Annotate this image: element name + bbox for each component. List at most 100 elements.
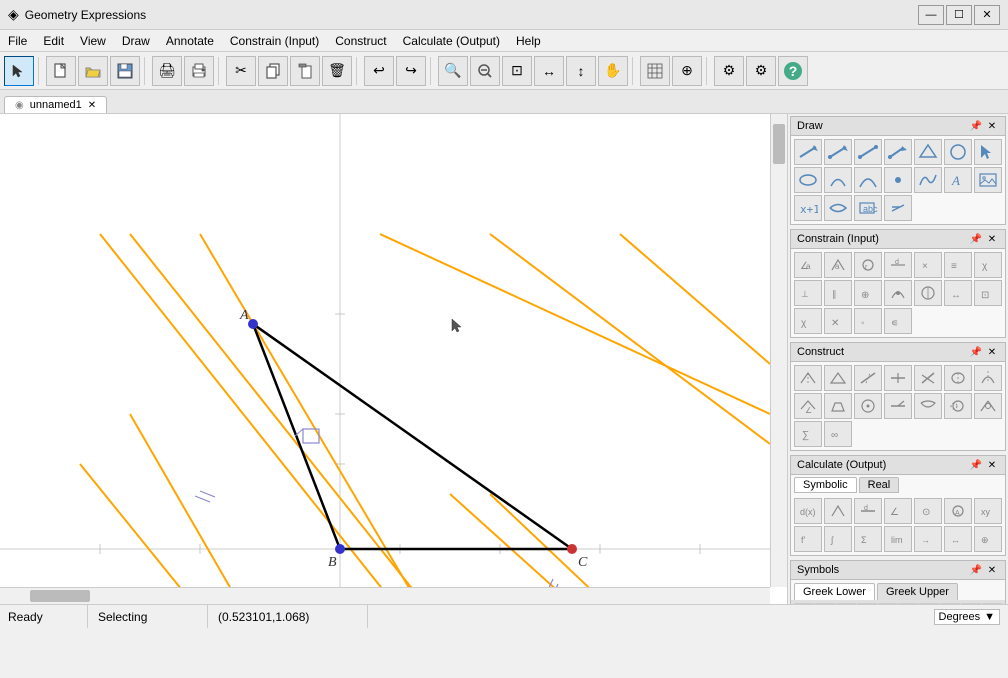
calc-7[interactable]: xy — [974, 498, 1002, 524]
minimize-button[interactable]: — — [918, 5, 944, 25]
constrain-3[interactable]: r — [854, 252, 882, 278]
construct-1[interactable] — [794, 365, 822, 391]
draw-locus-button[interactable] — [824, 195, 852, 221]
calc-14[interactable]: ⊕ — [974, 526, 1002, 552]
draw-panel-pin[interactable]: 📌 — [969, 119, 983, 133]
construct-10[interactable] — [854, 393, 882, 419]
menu-help[interactable]: Help — [508, 30, 549, 51]
help-button[interactable]: ? — [778, 56, 808, 86]
draw-function-button[interactable] — [914, 167, 942, 193]
settings2-button[interactable]: ⚙ — [746, 56, 776, 86]
draw-polygon-button[interactable] — [914, 139, 942, 165]
construct-13[interactable] — [944, 393, 972, 419]
draw-expression-button[interactable]: x+1 — [794, 195, 822, 221]
symbol-η[interactable]: η — [919, 603, 939, 604]
calculate-panel-close[interactable]: ✕ — [985, 458, 999, 472]
construct-3[interactable] — [854, 365, 882, 391]
canvas-area[interactable]: A B C — [0, 114, 788, 604]
symbol-ι[interactable]: ι — [961, 603, 981, 604]
constrain-8[interactable]: ⊥ — [794, 280, 822, 306]
constrain-15[interactable]: χ — [794, 308, 822, 334]
vertical-scrollbar[interactable] — [770, 114, 787, 587]
calculate-panel-pin[interactable]: 📌 — [969, 458, 983, 472]
calc-9[interactable]: ∫ — [824, 526, 852, 552]
constrain-7[interactable]: χ — [974, 252, 1002, 278]
zoom-width-button[interactable]: ↔ — [534, 56, 564, 86]
greek-upper-tab[interactable]: Greek Upper — [877, 583, 958, 600]
construct-2[interactable] — [824, 365, 852, 391]
calc-11[interactable]: lim — [884, 526, 912, 552]
constrain-16[interactable]: ✕ — [824, 308, 852, 334]
constrain-2[interactable]: a — [824, 252, 852, 278]
calc-5[interactable]: ⊙ — [914, 498, 942, 524]
greek-lower-tab[interactable]: Greek Lower — [794, 583, 875, 600]
draw-point-button[interactable] — [884, 167, 912, 193]
construct-8[interactable]: ∠ — [794, 393, 822, 419]
constrain-1[interactable]: ∠a — [794, 252, 822, 278]
draw-arc-button[interactable] — [824, 167, 852, 193]
calc-12[interactable]: → — [914, 526, 942, 552]
constrain-panel-pin[interactable]: 📌 — [969, 232, 983, 246]
copy-button[interactable] — [258, 56, 288, 86]
save-button[interactable] — [110, 56, 140, 86]
symbol-γ[interactable]: γ — [836, 603, 856, 604]
symbols-panel-close[interactable]: ✕ — [985, 563, 999, 577]
select-tool-button[interactable] — [4, 56, 34, 86]
calc-13[interactable]: ↔ — [944, 526, 972, 552]
grid-button[interactable] — [640, 56, 670, 86]
construct-12[interactable] — [914, 393, 942, 419]
draw-image-button[interactable] — [974, 167, 1002, 193]
horizontal-scrollbar-thumb[interactable] — [30, 590, 90, 602]
symbol-κ[interactable]: κ — [982, 603, 1002, 604]
snap-button[interactable]: ⊕ — [672, 56, 702, 86]
menu-file[interactable]: File — [0, 30, 35, 51]
construct-16[interactable]: ∞ — [824, 421, 852, 447]
new-button[interactable] — [46, 56, 76, 86]
symbolic-tab[interactable]: Symbolic — [794, 477, 857, 493]
delete-button[interactable]: 🗑 — [322, 56, 352, 86]
menu-edit[interactable]: Edit — [35, 30, 72, 51]
calc-1[interactable]: d(x) — [794, 498, 822, 524]
draw-text-button[interactable]: A — [944, 167, 972, 193]
draw-ray-button[interactable] — [824, 139, 852, 165]
construct-11[interactable] — [884, 393, 912, 419]
draw-vector-button[interactable] — [884, 139, 912, 165]
document-tab[interactable]: ◉ unnamed1 ✕ — [4, 96, 107, 113]
construct-panel-pin[interactable]: 📌 — [969, 345, 983, 359]
symbol-δ[interactable]: δ — [857, 603, 877, 604]
draw-label-button[interactable]: abc — [854, 195, 882, 221]
constrain-10[interactable]: ⊕ — [854, 280, 882, 306]
symbol-θ[interactable]: θ — [940, 603, 960, 604]
construct-14[interactable] — [974, 393, 1002, 419]
construct-panel-close[interactable]: ✕ — [985, 345, 999, 359]
symbols-panel-pin[interactable]: 📌 — [969, 563, 983, 577]
redo-button[interactable]: ↪ — [396, 56, 426, 86]
construct-4[interactable] — [884, 365, 912, 391]
menu-construct[interactable]: Construct — [327, 30, 394, 51]
calc-4[interactable]: ∠ — [884, 498, 912, 524]
construct-7[interactable] — [974, 365, 1002, 391]
zoom-height-button[interactable]: ↕ — [566, 56, 596, 86]
constrain-panel-close[interactable]: ✕ — [985, 232, 999, 246]
print-button[interactable]: 🖨 — [152, 56, 182, 86]
symbol-β[interactable]: β — [815, 603, 835, 604]
tab-close-button[interactable]: ✕ — [88, 100, 96, 111]
cut-button[interactable]: ✂ — [226, 56, 256, 86]
calc-10[interactable]: Σ — [854, 526, 882, 552]
menu-view[interactable]: View — [72, 30, 114, 51]
vertical-scrollbar-thumb[interactable] — [773, 124, 785, 164]
constrain-12[interactable] — [914, 280, 942, 306]
draw-extra-button[interactable] — [884, 195, 912, 221]
draw-segment-button[interactable] — [854, 139, 882, 165]
constrain-4[interactable]: d — [884, 252, 912, 278]
degrees-dropdown[interactable]: Degrees ▼ — [934, 609, 1000, 625]
constrain-17[interactable]: ◦ — [854, 308, 882, 334]
draw-select-button[interactable] — [974, 139, 1002, 165]
open-button[interactable] — [78, 56, 108, 86]
constrain-5[interactable]: × — [914, 252, 942, 278]
constrain-13[interactable]: ↔ — [944, 280, 972, 306]
pan-button[interactable]: ✋ — [598, 56, 628, 86]
construct-9[interactable] — [824, 393, 852, 419]
zoom-fit-button[interactable]: ⊡ — [502, 56, 532, 86]
symbol-ζ[interactable]: ζ — [898, 603, 918, 604]
